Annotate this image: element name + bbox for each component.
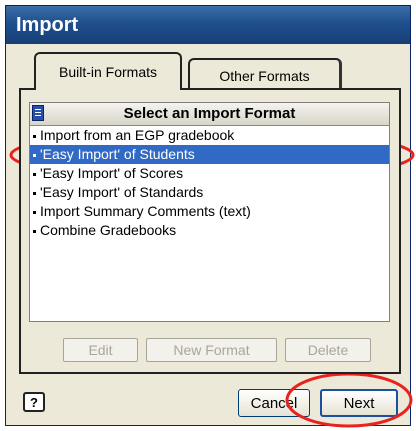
bullet-icon — [33, 191, 36, 195]
next-button[interactable]: Next — [320, 389, 398, 417]
list-item[interactable]: 'Easy Import' of Scores — [30, 164, 389, 183]
list-item[interactable]: Import from an EGP gradebook — [30, 126, 389, 145]
list-item-label: Import Summary Comments (text) — [40, 203, 251, 219]
dialog-title: Import — [6, 6, 410, 44]
bullet-icon — [33, 210, 36, 214]
delete-button[interactable]: Delete — [285, 338, 371, 362]
cancel-button[interactable]: Cancel — [238, 389, 310, 417]
list-header-label: Select an Import Format — [123, 105, 296, 122]
list-item-label: 'Easy Import' of Students — [40, 146, 195, 162]
bullet-icon — [33, 134, 36, 138]
list-item-selected[interactable]: 'Easy Import' of Students — [30, 145, 389, 164]
import-dialog: Import Built-in Formats Other Formats Se… — [5, 5, 411, 426]
edit-button[interactable]: Edit — [63, 338, 138, 362]
list-item-label: 'Easy Import' of Scores — [40, 165, 184, 181]
list-item-label: Import from an EGP gradebook — [40, 127, 235, 143]
list-header: Select an Import Format — [30, 103, 389, 126]
bullet-icon — [33, 172, 36, 176]
list-item[interactable]: Combine Gradebooks — [30, 221, 389, 240]
list-item-label: Combine Gradebooks — [40, 222, 177, 238]
bullet-icon — [33, 153, 36, 157]
import-format-list[interactable]: Select an Import Format Import from an E… — [29, 102, 390, 322]
tab-other-formats[interactable]: Other Formats — [188, 58, 342, 92]
tab-panel: Select an Import Format Import from an E… — [19, 88, 401, 374]
bullet-icon — [33, 229, 36, 233]
list-item[interactable]: Import Summary Comments (text) — [30, 202, 389, 221]
list-item-label: 'Easy Import' of Standards — [40, 184, 204, 200]
help-button[interactable]: ? — [23, 392, 45, 412]
tab-built-in-formats[interactable]: Built-in Formats — [34, 52, 182, 90]
list-menu-icon[interactable] — [32, 105, 44, 121]
list-item[interactable]: 'Easy Import' of Standards — [30, 183, 389, 202]
new-format-button[interactable]: New Format — [146, 338, 277, 362]
